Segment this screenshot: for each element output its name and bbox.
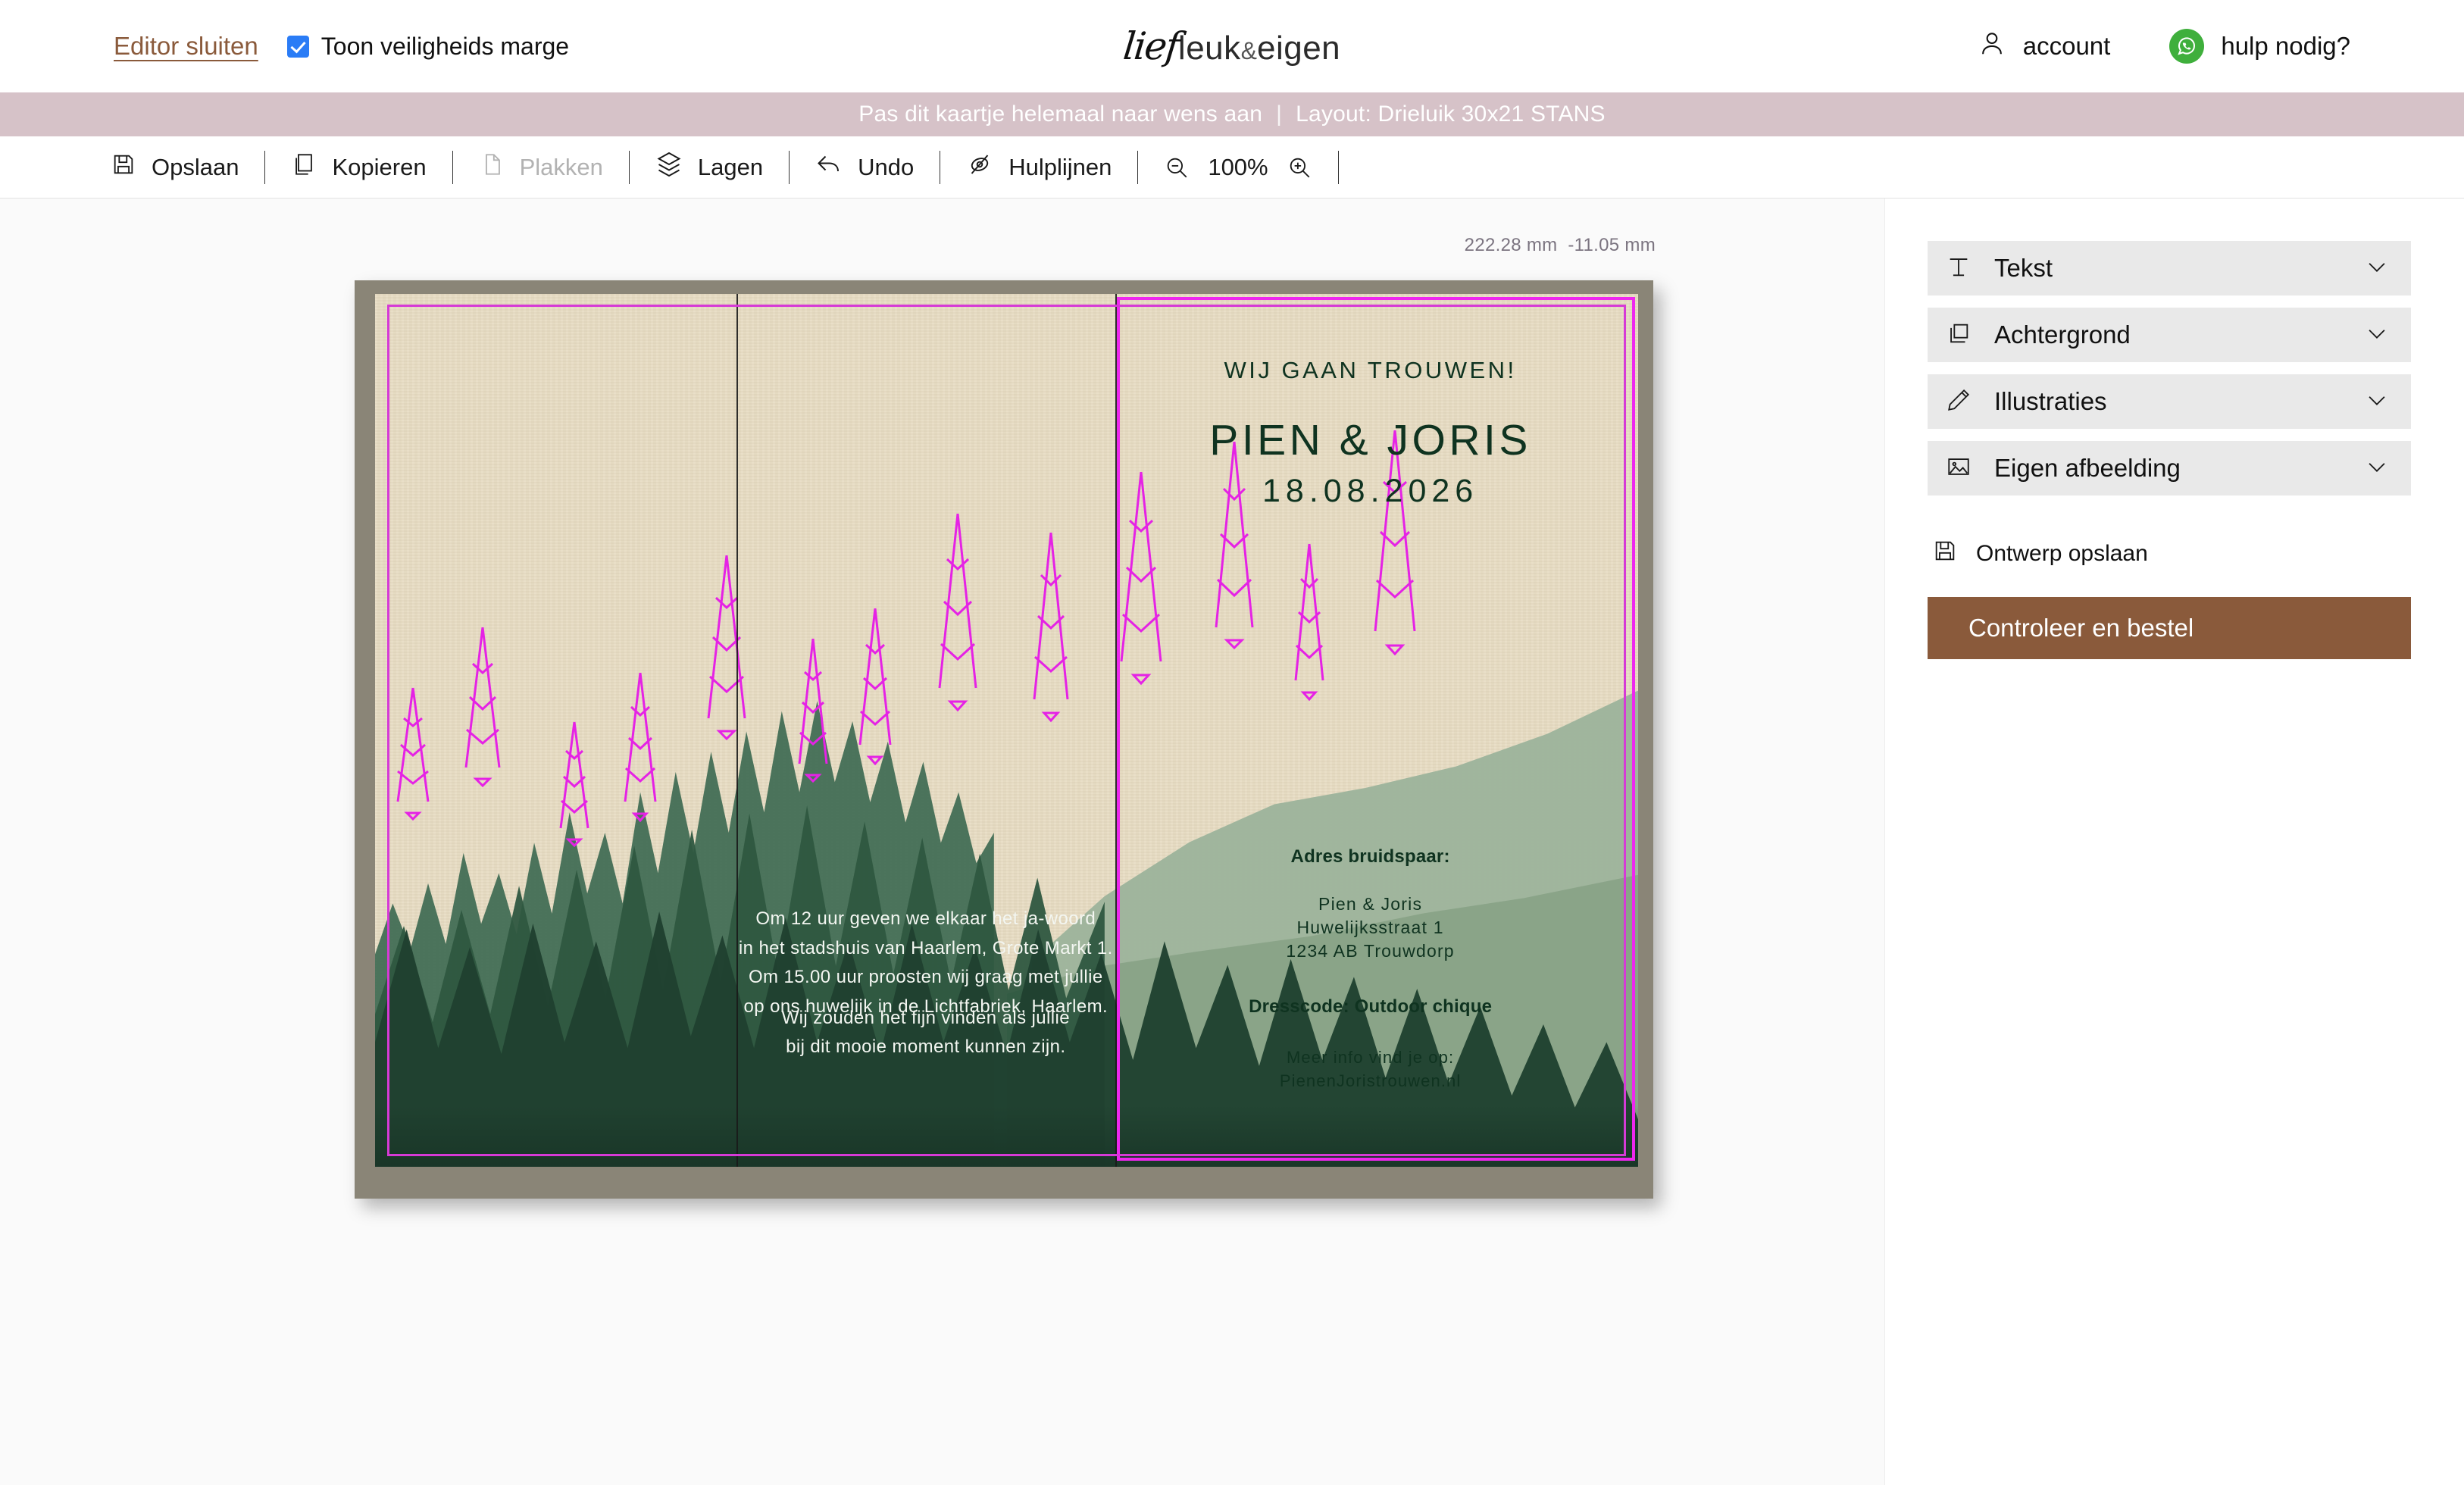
toolbar-save-button[interactable]: Opslaan <box>91 136 264 198</box>
toolbar-paste-label: Plakken <box>519 153 603 180</box>
dimension-height: -11.05 mm <box>1568 235 1656 255</box>
close-editor-link[interactable]: Editor sluiten <box>114 32 258 61</box>
chevron-down-icon[interactable] <box>2364 387 2390 417</box>
chevron-down-icon[interactable] <box>2364 454 2390 483</box>
image-icon <box>1946 454 1972 483</box>
toolbar-copy-label: Kopieren <box>332 153 427 180</box>
safety-margin-label: Toon veiligheids marge <box>321 32 570 60</box>
account-label: account <box>2022 32 2111 60</box>
whatsapp-icon <box>2169 29 2205 64</box>
toolbar-guides-button[interactable]: Hulplijnen <box>940 136 1137 198</box>
banner-text-left: Pas dit kaartje helemaal naar wens aan <box>858 102 1263 127</box>
center-p2-line1: Wij zouden het fijn vinden als jullie <box>781 1007 1070 1028</box>
card-names[interactable]: PIEN & JORIS <box>1115 415 1625 465</box>
toolbar-layers-label: Lagen <box>697 153 764 180</box>
toolbar-paste-button: Plakken <box>453 136 629 198</box>
toolbar-undo-label: Undo <box>858 153 915 180</box>
help-label: hulp nodig? <box>2221 32 2350 60</box>
save-design-button[interactable]: Ontwerp opslaan <box>1932 538 2411 570</box>
save-icon <box>1932 538 1958 570</box>
save-icon <box>111 152 136 183</box>
ground-gradient <box>375 1105 1638 1167</box>
app-header: Editor sluiten Toon veiligheids marge li… <box>0 0 2464 92</box>
brand-logo[interactable]: lief leuk & eigen <box>1121 24 1341 68</box>
card-more-info-line1: Meer info vind je op: <box>1286 1048 1455 1068</box>
toolbar-undo-button[interactable]: Undo <box>790 136 940 198</box>
sidebar-panel-illustraties[interactable]: Illustraties <box>1928 374 2411 429</box>
eye-off-icon <box>966 151 993 184</box>
editor-main: 222.28 mm -11.05 mm WIJ GAAN TROUWEN! PI… <box>0 199 2464 1485</box>
sidebar-panel-achtergrond[interactable]: Achtergrond <box>1928 308 2411 362</box>
save-design-label: Ontwerp opslaan <box>1976 541 2148 566</box>
editor-toolbar: Opslaan Kopieren Plakken Lagen Undo Hulp… <box>0 136 2464 199</box>
center-p1-line1: Om 12 uur geven we elkaar het ja-woord <box>755 908 1096 930</box>
logo-ampersand: & <box>1240 37 1257 64</box>
card-address-heading[interactable]: Adres bruidspaar: <box>1115 846 1625 868</box>
banner-separator: | <box>1276 102 1283 127</box>
card-more-info[interactable]: Meer info vind je op: PienenJoristrouwen… <box>1115 1046 1625 1093</box>
logo-plain-eigen: eigen <box>1256 30 1341 67</box>
help-button[interactable]: hulp nodig? <box>2169 29 2350 64</box>
toolbar-divider <box>1337 150 1339 184</box>
banner-text-right: Layout: Drieluik 30x21 STANS <box>1296 102 1606 127</box>
card-address-line1: Pien & Joris <box>1318 894 1423 914</box>
center-p1-line2: in het stadshuis van Haarlem, Grote Mark… <box>738 937 1113 958</box>
sidebar-panel-achtergrond-label: Achtergrond <box>1994 320 2131 349</box>
zoom-control: 100% <box>1138 154 1337 181</box>
card-address-block[interactable]: Pien & Joris Huwelijksstraat 1 1234 AB T… <box>1115 893 1625 962</box>
header-right-group: account hulp nodig? <box>1978 29 2350 64</box>
safety-margin-toggle[interactable]: Toon veiligheids marge <box>286 32 570 61</box>
pencil-icon <box>1946 387 1972 417</box>
zoom-out-icon[interactable] <box>1164 155 1190 180</box>
canvas-area[interactable]: 222.28 mm -11.05 mm WIJ GAAN TROUWEN! PI… <box>0 199 1885 1485</box>
right-sidebar: Tekst Achtergrond Illustraties Eigen afb… <box>1885 199 2464 1485</box>
card-heading-trouwen[interactable]: WIJ GAAN TROUWEN! <box>1115 357 1625 384</box>
header-left-group: Editor sluiten Toon veiligheids marge <box>114 32 569 61</box>
card-dresscode[interactable]: Dresscode: Outdoor chique <box>1115 996 1625 1018</box>
layers-bg-icon <box>1946 320 1972 350</box>
sidebar-panel-illustraties-label: Illustraties <box>1994 387 2107 415</box>
zoom-in-icon[interactable] <box>1287 155 1312 180</box>
toolbar-layers-button[interactable]: Lagen <box>630 136 789 198</box>
layers-icon <box>655 151 683 184</box>
copy-icon <box>291 152 317 183</box>
card-address-line3: 1234 AB Trouwdorp <box>1286 940 1455 961</box>
order-button[interactable]: Controleer en bestel <box>1928 597 2411 659</box>
sidebar-panel-eigen-afbeelding-label: Eigen afbeelding <box>1994 454 2181 482</box>
checkbox-checked-icon[interactable] <box>286 35 309 58</box>
card-center-paragraph-2[interactable]: Wij zouden het fijn vinden als jullie bi… <box>736 1004 1115 1062</box>
center-p1-line3: Om 15.00 uur proosten wij graag met jull… <box>748 967 1103 988</box>
center-p2-line2: bij dit mooie moment kunnen zijn. <box>786 1036 1066 1057</box>
user-icon <box>1978 29 2006 64</box>
card-more-info-line2: PienenJoristrouwen.nl <box>1279 1071 1462 1090</box>
zoom-level-label: 100% <box>1208 153 1268 180</box>
sidebar-panel-tekst-label: Tekst <box>1994 254 2053 282</box>
chevron-down-icon[interactable] <box>2364 254 2390 283</box>
order-button-label: Controleer en bestel <box>1968 614 2194 642</box>
toolbar-copy-button[interactable]: Kopieren <box>265 136 452 198</box>
chevron-down-icon[interactable] <box>2364 320 2390 350</box>
toolbar-save-label: Opslaan <box>152 153 239 180</box>
canvas-inner: 222.28 mm -11.05 mm WIJ GAAN TROUWEN! PI… <box>0 199 1884 1380</box>
layout-info-banner: Pas dit kaartje helemaal naar wens aan |… <box>0 92 2464 136</box>
logo-plain-leuk: leuk <box>1177 30 1241 67</box>
sidebar-panel-eigen-afbeelding[interactable]: Eigen afbeelding <box>1928 441 2411 496</box>
dimension-readout: 222.28 mm -11.05 mm <box>1465 235 1656 256</box>
card-preview[interactable]: WIJ GAAN TROUWEN! PIEN & JORIS 18.08.202… <box>355 280 1653 1199</box>
text-icon <box>1946 254 1972 283</box>
undo-arrow-icon <box>815 151 843 184</box>
card-trim-area: WIJ GAAN TROUWEN! PIEN & JORIS 18.08.202… <box>375 294 1638 1167</box>
card-date[interactable]: 18.08.2026 <box>1115 473 1625 510</box>
sidebar-panel-tekst[interactable]: Tekst <box>1928 241 2411 295</box>
logo-script-text: lief <box>1121 24 1180 68</box>
toolbar-guides-label: Hulplijnen <box>1008 153 1112 180</box>
card-address-line2: Huwelijksstraat 1 <box>1296 918 1444 938</box>
paste-icon <box>479 152 505 183</box>
dimension-width: 222.28 mm <box>1464 235 1558 255</box>
account-button[interactable]: account <box>1978 29 2111 64</box>
